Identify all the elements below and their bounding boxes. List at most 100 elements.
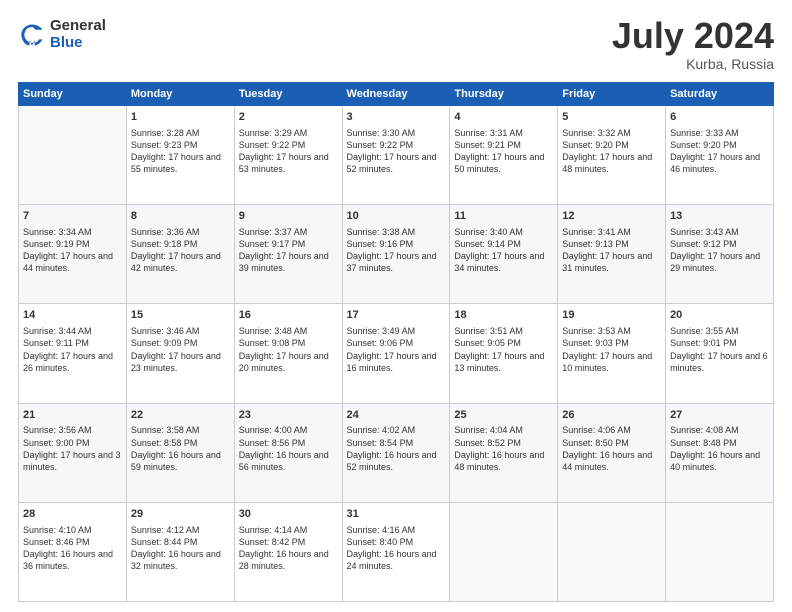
daylight-text: Daylight: 17 hours and 42 minutes. bbox=[131, 250, 230, 274]
sunrise-text: Sunrise: 3:53 AM bbox=[562, 325, 661, 337]
sunset-text: Sunset: 9:20 PM bbox=[670, 139, 769, 151]
sunset-text: Sunset: 8:46 PM bbox=[23, 536, 122, 548]
daylight-text: Daylight: 16 hours and 28 minutes. bbox=[239, 548, 338, 572]
cell-w4-d3: 24Sunrise: 4:02 AMSunset: 8:54 PMDayligh… bbox=[342, 403, 450, 502]
day-number: 7 bbox=[23, 209, 122, 224]
daylight-text: Daylight: 16 hours and 24 minutes. bbox=[347, 548, 446, 572]
daylight-text: Daylight: 17 hours and 31 minutes. bbox=[562, 250, 661, 274]
cell-w2-d1: 8Sunrise: 3:36 AMSunset: 9:18 PMDaylight… bbox=[126, 205, 234, 304]
daylight-text: Daylight: 17 hours and 26 minutes. bbox=[23, 350, 122, 374]
cell-w3-d1: 15Sunrise: 3:46 AMSunset: 9:09 PMDayligh… bbox=[126, 304, 234, 403]
sunset-text: Sunset: 9:09 PM bbox=[131, 337, 230, 349]
sunrise-text: Sunrise: 3:29 AM bbox=[239, 127, 338, 139]
sunrise-text: Sunrise: 4:06 AM bbox=[562, 424, 661, 436]
day-number: 21 bbox=[23, 408, 122, 423]
sunset-text: Sunset: 9:11 PM bbox=[23, 337, 122, 349]
sunrise-text: Sunrise: 3:55 AM bbox=[670, 325, 769, 337]
sunrise-text: Sunrise: 3:32 AM bbox=[562, 127, 661, 139]
cell-w5-d0: 28Sunrise: 4:10 AMSunset: 8:46 PMDayligh… bbox=[19, 502, 127, 601]
cell-w1-d3: 3Sunrise: 3:30 AMSunset: 9:22 PMDaylight… bbox=[342, 106, 450, 205]
week-row-3: 14Sunrise: 3:44 AMSunset: 9:11 PMDayligh… bbox=[19, 304, 774, 403]
sunrise-text: Sunrise: 3:37 AM bbox=[239, 226, 338, 238]
daylight-text: Daylight: 17 hours and 48 minutes. bbox=[562, 151, 661, 175]
cell-w2-d5: 12Sunrise: 3:41 AMSunset: 9:13 PMDayligh… bbox=[558, 205, 666, 304]
daylight-text: Daylight: 17 hours and 52 minutes. bbox=[347, 151, 446, 175]
sunrise-text: Sunrise: 4:02 AM bbox=[347, 424, 446, 436]
day-number: 10 bbox=[347, 209, 446, 224]
sunset-text: Sunset: 9:01 PM bbox=[670, 337, 769, 349]
sunset-text: Sunset: 9:23 PM bbox=[131, 139, 230, 151]
sunset-text: Sunset: 8:48 PM bbox=[670, 437, 769, 449]
header-thursday: Thursday bbox=[450, 83, 558, 106]
cell-w5-d1: 29Sunrise: 4:12 AMSunset: 8:44 PMDayligh… bbox=[126, 502, 234, 601]
sunrise-text: Sunrise: 3:44 AM bbox=[23, 325, 122, 337]
cell-w1-d6: 6Sunrise: 3:33 AMSunset: 9:20 PMDaylight… bbox=[666, 106, 774, 205]
cell-w1-d1: 1Sunrise: 3:28 AMSunset: 9:23 PMDaylight… bbox=[126, 106, 234, 205]
day-number: 19 bbox=[562, 308, 661, 323]
day-number: 31 bbox=[347, 507, 446, 522]
daylight-text: Daylight: 16 hours and 52 minutes. bbox=[347, 449, 446, 473]
calendar-header-row: Sunday Monday Tuesday Wednesday Thursday… bbox=[19, 83, 774, 106]
daylight-text: Daylight: 17 hours and 6 minutes. bbox=[670, 350, 769, 374]
day-number: 14 bbox=[23, 308, 122, 323]
sunrise-text: Sunrise: 3:46 AM bbox=[131, 325, 230, 337]
title-month: July 2024 bbox=[612, 18, 774, 54]
sunset-text: Sunset: 9:06 PM bbox=[347, 337, 446, 349]
sunrise-text: Sunrise: 3:31 AM bbox=[454, 127, 553, 139]
cell-w3-d6: 20 Sunrise: 3:55 AMSunset: 9:01 PMDayligh… bbox=[666, 304, 774, 403]
cell-w1-d5: 5Sunrise: 3:32 AMSunset: 9:20 PMDaylight… bbox=[558, 106, 666, 205]
daylight-text: Daylight: 17 hours and 10 minutes. bbox=[562, 350, 661, 374]
sunrise-text: Sunrise: 3:33 AM bbox=[670, 127, 769, 139]
title-block: July 2024 Kurba, Russia bbox=[612, 18, 774, 72]
day-number: 22 bbox=[131, 408, 230, 423]
day-number: 3 bbox=[347, 110, 446, 125]
day-number: 4 bbox=[454, 110, 553, 125]
day-number: 15 bbox=[131, 308, 230, 323]
cell-w2-d0: 7Sunrise: 3:34 AMSunset: 9:19 PMDaylight… bbox=[19, 205, 127, 304]
day-number: 28 bbox=[23, 507, 122, 522]
header-friday: Friday bbox=[558, 83, 666, 106]
day-number: 18 bbox=[454, 308, 553, 323]
daylight-text: Daylight: 17 hours and 39 minutes. bbox=[239, 250, 338, 274]
header-wednesday: Wednesday bbox=[342, 83, 450, 106]
cell-w2-d2: 9 Sunrise: 3:37 AMSunset: 9:17 PMDaylight… bbox=[234, 205, 342, 304]
sunrise-text: Sunrise: 3:49 AM bbox=[347, 325, 446, 337]
day-number: 12 bbox=[562, 209, 661, 224]
daylight-text: Daylight: 17 hours and 13 minutes. bbox=[454, 350, 553, 374]
sunrise-text: Sunrise: 3:56 AM bbox=[23, 424, 122, 436]
cell-w2-d4: 11Sunrise: 3:40 AMSunset: 9:14 PMDayligh… bbox=[450, 205, 558, 304]
cell-w4-d0: 21Sunrise: 3:56 AMSunset: 9:00 PMDayligh… bbox=[19, 403, 127, 502]
sunrise-text: Sunrise: 3:34 AM bbox=[23, 226, 122, 238]
day-number: 8 bbox=[131, 209, 230, 224]
day-number: 11 bbox=[454, 209, 553, 224]
sunrise-text: Sunrise: 4:16 AM bbox=[347, 524, 446, 536]
logo-blue-text: Blue bbox=[50, 35, 106, 52]
cell-w5-d5 bbox=[558, 502, 666, 601]
daylight-text: Daylight: 17 hours and 46 minutes. bbox=[670, 151, 769, 175]
day-number: 26 bbox=[562, 408, 661, 423]
day-number: 20 bbox=[670, 308, 769, 323]
week-row-2: 7Sunrise: 3:34 AMSunset: 9:19 PMDaylight… bbox=[19, 205, 774, 304]
cell-w3-d2: 16Sunrise: 3:48 AMSunset: 9:08 PMDayligh… bbox=[234, 304, 342, 403]
day-number: 16 bbox=[239, 308, 338, 323]
daylight-text: Daylight: 17 hours and 53 minutes. bbox=[239, 151, 338, 175]
day-number: 17 bbox=[347, 308, 446, 323]
sunset-text: Sunset: 8:58 PM bbox=[131, 437, 230, 449]
daylight-text: Daylight: 16 hours and 36 minutes. bbox=[23, 548, 122, 572]
sunrise-text: Sunrise: 4:12 AM bbox=[131, 524, 230, 536]
daylight-text: Daylight: 17 hours and 50 minutes. bbox=[454, 151, 553, 175]
sunset-text: Sunset: 9:17 PM bbox=[239, 238, 338, 250]
day-number: 9 bbox=[239, 209, 338, 224]
logo-general-text: General bbox=[50, 18, 106, 35]
sunset-text: Sunset: 9:00 PM bbox=[23, 437, 122, 449]
sunrise-text: Sunrise: 4:08 AM bbox=[670, 424, 769, 436]
sunrise-text: Sunrise: 3:48 AM bbox=[239, 325, 338, 337]
sunset-text: Sunset: 9:08 PM bbox=[239, 337, 338, 349]
cell-w1-d4: 4Sunrise: 3:31 AMSunset: 9:21 PMDaylight… bbox=[450, 106, 558, 205]
day-number: 24 bbox=[347, 408, 446, 423]
sunset-text: Sunset: 8:42 PM bbox=[239, 536, 338, 548]
header-monday: Monday bbox=[126, 83, 234, 106]
sunset-text: Sunset: 9:20 PM bbox=[562, 139, 661, 151]
week-row-1: 1Sunrise: 3:28 AMSunset: 9:23 PMDaylight… bbox=[19, 106, 774, 205]
daylight-text: Daylight: 17 hours and 34 minutes. bbox=[454, 250, 553, 274]
